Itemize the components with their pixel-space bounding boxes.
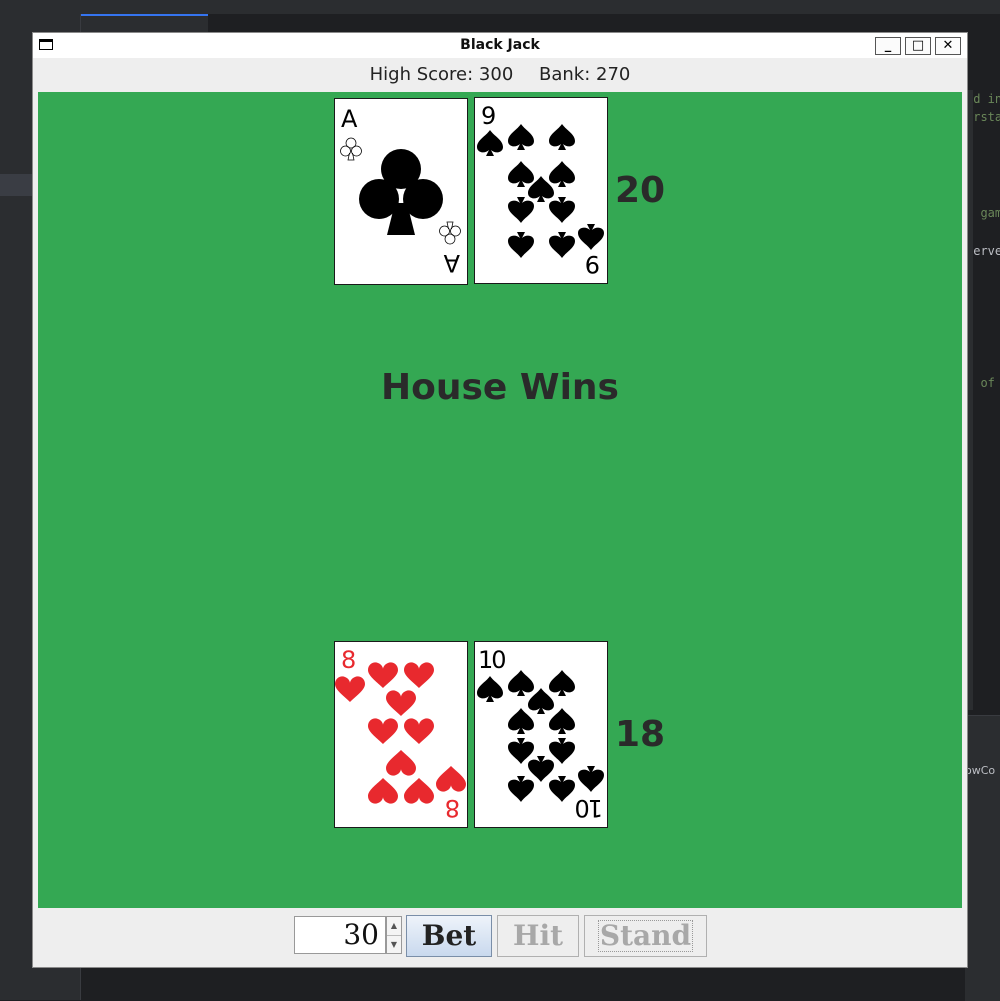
round-result: House Wins — [381, 367, 619, 408]
maximize-button[interactable]: □ — [905, 37, 931, 55]
ide-bottom-panel: owCo — [965, 715, 1000, 1001]
card-rank-inverted: 9 — [585, 250, 600, 278]
dealer-card-ace-clubs: A A — [334, 98, 468, 285]
ide-top-bar — [0, 0, 1000, 14]
spin-down-icon[interactable]: ▼ — [387, 936, 401, 954]
ace-of-clubs-face: A A — [340, 105, 461, 277]
blackjack-window: Black Jack _ □ ✕ High Score: 300 Bank: 2… — [32, 32, 968, 968]
high-score-label: High Score: 300 — [369, 64, 514, 85]
eight-of-hearts-face: 8 8 — [335, 646, 466, 822]
close-button[interactable]: ✕ — [935, 37, 961, 55]
card-table: A A 9 9 20 House Wins 8 8 10 10 18 — [38, 92, 962, 908]
stand-button[interactable]: Stand — [584, 915, 707, 957]
nine-of-spades-face: 9 9 — [477, 102, 604, 278]
dealer-total: 20 — [615, 170, 666, 211]
bet-spinner[interactable]: ▲ ▼ — [386, 916, 402, 954]
card-rank: 10 — [478, 646, 505, 674]
ide-editor-tab[interactable] — [80, 14, 208, 34]
score-bar: High Score: 300 Bank: 270 — [38, 58, 962, 92]
hit-button[interactable]: Hit — [497, 915, 579, 957]
card-rank: 9 — [481, 102, 496, 130]
bet-amount-field[interactable]: 30 — [294, 916, 386, 954]
player-card-eight-hearts: 8 8 — [334, 641, 468, 828]
card-rank: A — [341, 105, 358, 133]
ide-sidebar-highlight — [0, 174, 32, 196]
stand-button-label: Stand — [597, 919, 694, 952]
dealer-card-nine-spades: 9 9 — [474, 97, 608, 284]
card-rank-inverted: A — [443, 249, 460, 277]
window-title: Black Jack — [460, 37, 540, 53]
bank-label: Bank: 270 — [539, 64, 631, 85]
title-bar[interactable]: Black Jack _ □ ✕ — [33, 33, 967, 58]
bet-button[interactable]: Bet — [406, 915, 492, 957]
player-card-ten-spades: 10 10 — [474, 641, 608, 828]
spin-up-icon[interactable]: ▲ — [387, 917, 401, 936]
minimize-button[interactable]: _ — [875, 37, 901, 55]
ten-of-spades-face: 10 10 — [477, 646, 604, 822]
player-total: 18 — [615, 714, 666, 755]
card-rank: 8 — [341, 646, 356, 674]
control-bar: 30 ▲ ▼ Bet Hit Stand — [38, 908, 962, 964]
card-rank-inverted: 10 — [576, 794, 603, 822]
card-rank-inverted: 8 — [445, 794, 460, 822]
